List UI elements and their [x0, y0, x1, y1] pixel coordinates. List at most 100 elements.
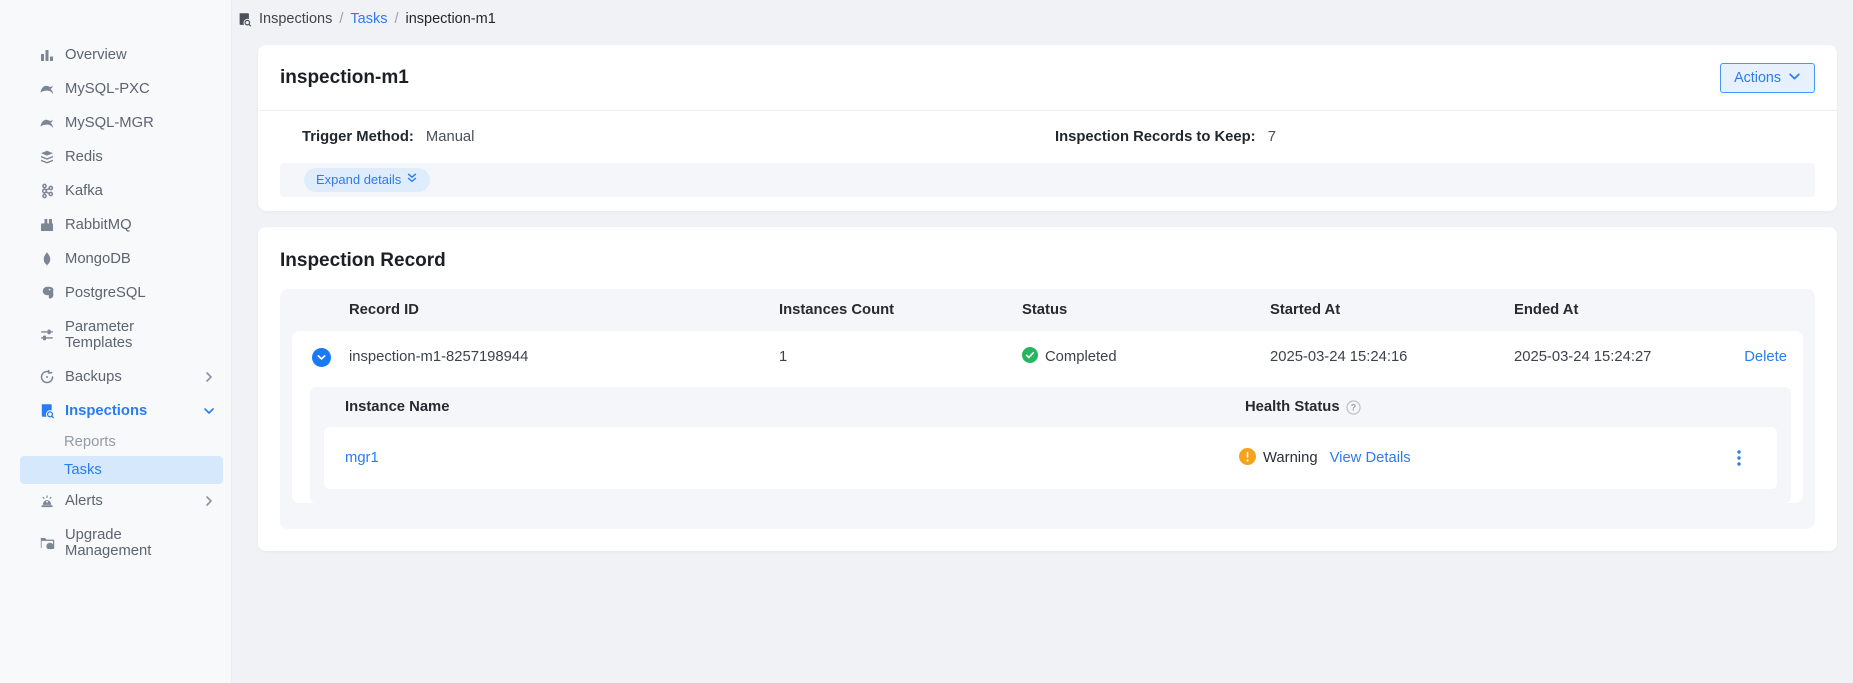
sidebar-item-kafka[interactable]: Kafka [0, 174, 231, 208]
breadcrumb-item-inspections: Inspections [259, 11, 332, 27]
alarm-siren-icon [38, 493, 55, 510]
sidebar-item-inspections[interactable]: Inspections [0, 394, 231, 428]
sidebar-item-backups[interactable]: Backups [0, 360, 231, 394]
mongodb-leaf-icon [38, 251, 55, 268]
chevron-right-icon [203, 495, 215, 507]
sidebar-item-rabbitmq[interactable]: RabbitMQ [0, 208, 231, 242]
double-chevron-down-icon [406, 172, 418, 187]
column-header-instances-count: Instances Count [779, 302, 1022, 318]
sidebar-subitem-label: Reports [64, 434, 116, 450]
mysql-dolphin-icon [38, 115, 55, 132]
field-label: Trigger Method: [302, 129, 414, 145]
sliders-icon [38, 327, 55, 344]
delete-link[interactable]: Delete [1744, 349, 1803, 365]
bar-chart-icon [38, 47, 55, 64]
sidebar-item-label: Upgrade Management [65, 527, 181, 559]
sidebar-item-alerts[interactable]: Alerts [0, 484, 231, 518]
sub-table-header-row: Instance Name Health Status ? [310, 387, 1791, 427]
help-icon[interactable]: ? [1346, 400, 1361, 415]
page-title: inspection-m1 [280, 67, 409, 89]
status-cell: Completed [1022, 347, 1270, 367]
record-row-card: inspection-m1-8257198944 1 Completed 202… [292, 331, 1803, 503]
breadcrumb: Inspections / Tasks / inspection-m1 [233, 0, 1853, 38]
app-screen: Overview MySQL-PXC MySQL-MGR Redis Kafka [0, 0, 1853, 683]
inspection-record-card: Inspection Record Record ID Instances Co… [258, 227, 1837, 551]
record-id-cell: inspection-m1-8257198944 [349, 349, 779, 365]
svg-text:?: ? [1350, 402, 1355, 412]
postgresql-icon [38, 285, 55, 302]
sidebar-item-label: Redis [65, 149, 181, 165]
chevron-down-icon [203, 405, 215, 417]
sidebar-item-label: Overview [65, 47, 181, 63]
breadcrumb-separator: / [394, 11, 398, 27]
column-header-health-status: Health Status ? [1245, 399, 1791, 415]
sidebar-item-label: Kafka [65, 183, 181, 199]
sidebar-item-mysql-pxc[interactable]: MySQL-PXC [0, 72, 231, 106]
sidebar-item-label: Parameter Templates [65, 319, 181, 351]
sidebar-item-postgresql[interactable]: PostgreSQL [0, 276, 231, 310]
folder-gear-icon [38, 535, 55, 552]
backup-restore-icon [38, 369, 55, 386]
column-header-ended-at: Ended At [1514, 302, 1713, 318]
instance-row: mgr1 Warning View Details [324, 427, 1777, 489]
section-title: Inspection Record [280, 249, 1815, 273]
instance-name-link[interactable]: mgr1 [324, 450, 1225, 466]
task-detail-fields: Trigger Method: Manual Inspection Record… [258, 111, 1837, 163]
sidebar-item-tasks[interactable]: Tasks [20, 456, 223, 484]
expand-details-button[interactable]: Expand details [304, 168, 430, 192]
warning-icon [1239, 448, 1256, 469]
sidebar-item-reports[interactable]: Reports [20, 428, 223, 456]
inspection-record-table: Record ID Instances Count Status Started… [280, 289, 1815, 529]
field-value: 7 [1268, 129, 1276, 145]
sidebar-item-overview[interactable]: Overview [0, 38, 231, 72]
inspection-clipboard-icon [38, 403, 55, 420]
chevron-right-icon [203, 371, 215, 383]
mysql-dolphin-icon [38, 81, 55, 98]
actions-button-label: Actions [1734, 70, 1781, 86]
sidebar-item-mongodb[interactable]: MongoDB [0, 242, 231, 276]
breadcrumb-item-current: inspection-m1 [406, 11, 496, 27]
success-check-icon [1022, 347, 1038, 367]
collapse-row-toggle[interactable] [312, 348, 331, 367]
ended-at-cell: 2025-03-24 15:24:27 [1514, 349, 1713, 365]
column-header-status: Status [1022, 302, 1270, 318]
task-detail-card: inspection-m1 Actions Trigger Method: Ma… [258, 45, 1837, 211]
sidebar-item-parameter-templates[interactable]: Parameter Templates [0, 310, 231, 360]
health-status-cell: Warning View Details [1225, 448, 1701, 469]
sidebar-item-upgrade-management[interactable]: Upgrade Management [0, 518, 231, 568]
sidebar: Overview MySQL-PXC MySQL-MGR Redis Kafka [0, 0, 232, 683]
breadcrumb-item-tasks[interactable]: Tasks [350, 11, 387, 27]
column-header-instance-name: Instance Name [310, 399, 1245, 415]
breadcrumb-separator: / [339, 11, 343, 27]
sidebar-item-mysql-mgr[interactable]: MySQL-MGR [0, 106, 231, 140]
instances-count-cell: 1 [779, 349, 1022, 365]
task-detail-header: inspection-m1 Actions [258, 45, 1837, 111]
table-header-row: Record ID Instances Count Status Started… [280, 289, 1815, 331]
trigger-method-field: Trigger Method: Manual [302, 129, 474, 145]
column-header-started-at: Started At [1270, 302, 1514, 318]
instance-sub-table: Instance Name Health Status ? mgr1 [310, 387, 1791, 503]
kafka-icon [38, 183, 55, 200]
chevron-down-icon [1788, 70, 1801, 87]
sidebar-item-label: MySQL-MGR [65, 115, 181, 131]
sidebar-item-label: MongoDB [65, 251, 181, 267]
row-more-actions-button[interactable] [1701, 449, 1777, 467]
sidebar-item-label: RabbitMQ [65, 217, 181, 233]
status-text: Completed [1045, 349, 1117, 365]
expand-details-label: Expand details [316, 172, 401, 187]
sidebar-item-label: Backups [65, 369, 181, 385]
sidebar-item-label: Alerts [65, 493, 181, 509]
actions-button[interactable]: Actions [1720, 63, 1815, 93]
field-label: Inspection Records to Keep: [1055, 129, 1256, 145]
rabbitmq-icon [38, 217, 55, 234]
table-row: inspection-m1-8257198944 1 Completed 202… [292, 331, 1803, 383]
sidebar-item-redis[interactable]: Redis [0, 140, 231, 174]
started-at-cell: 2025-03-24 15:24:16 [1270, 349, 1514, 365]
health-status-text: Warning [1263, 450, 1318, 466]
health-status-header-label: Health Status [1245, 399, 1340, 415]
inspection-clipboard-icon [237, 12, 252, 27]
main-content: Inspections / Tasks / inspection-m1 insp… [233, 0, 1853, 683]
view-details-link[interactable]: View Details [1330, 450, 1411, 466]
sidebar-item-label: Inspections [65, 403, 181, 419]
field-value: Manual [426, 129, 475, 145]
